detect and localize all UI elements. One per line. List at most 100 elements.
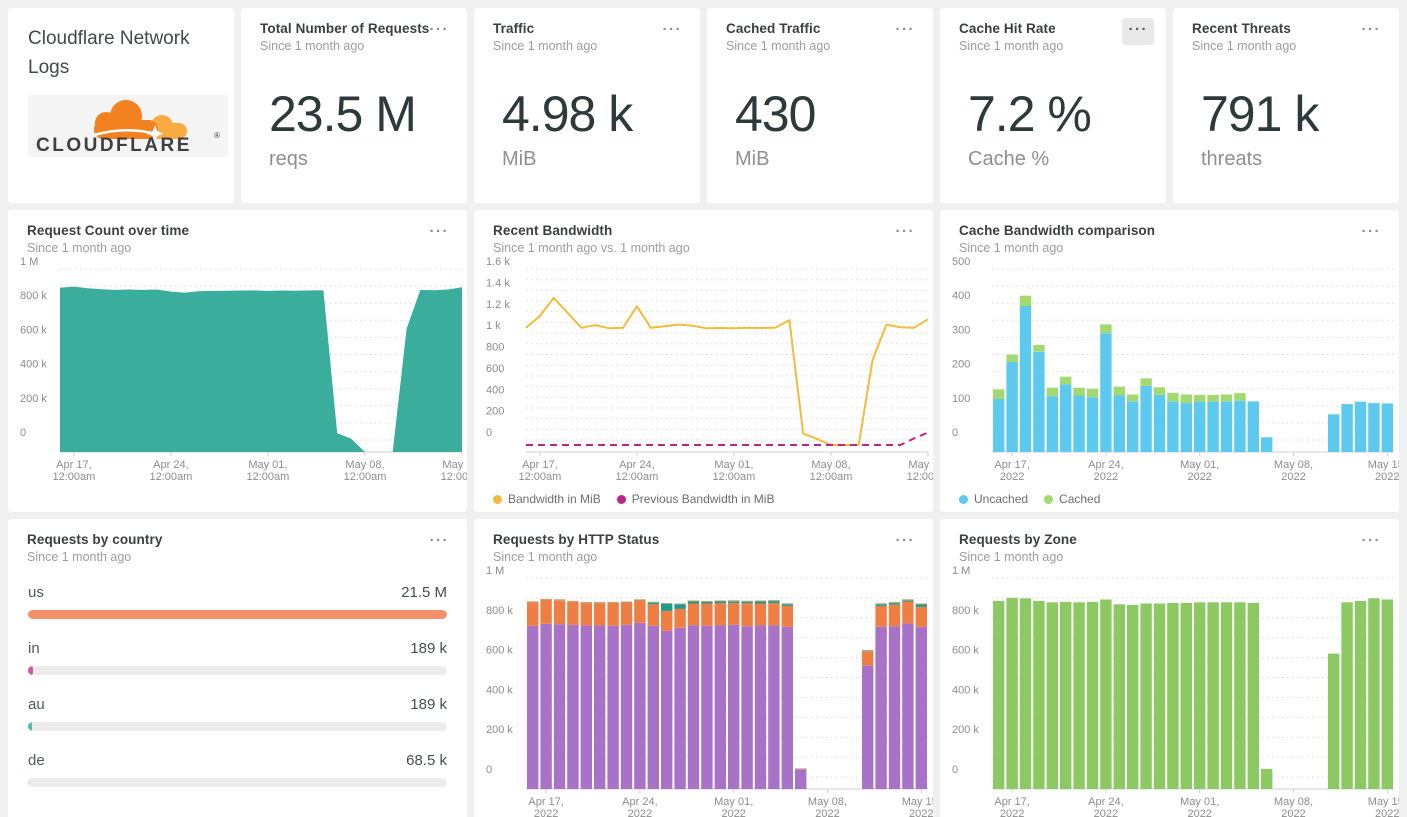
svg-text:0: 0 <box>952 764 958 776</box>
svg-text:1 M: 1 M <box>952 565 970 577</box>
panel-title: Recent Threats <box>1192 21 1291 36</box>
country-bar <box>28 722 33 731</box>
panel-requests-by-http-status: Requests by HTTP Status Since 1 month ag… <box>474 519 933 817</box>
legend-item-previous-bandwidth-in-mib[interactable]: Previous Bandwidth in MiB <box>616 492 775 506</box>
svg-text:12:00am: 12:00am <box>246 471 289 483</box>
cache-bandwidth-chart[interactable]: 0 100 200 300 400 500 Apr 17, 2022 Apr 24, 2022 Ma… <box>940 255 1399 486</box>
panel-cache-bandwidth: Cache Bandwidth comparison Since 1 month… <box>940 210 1399 512</box>
svg-text:2022: 2022 <box>909 808 933 817</box>
svg-text:1.6 k: 1.6 k <box>486 256 510 268</box>
svg-text:May 01,: May 01, <box>248 459 287 471</box>
svg-text:800 k: 800 k <box>20 290 47 302</box>
panel-menu-button[interactable]: ··· <box>423 529 456 556</box>
panel-subtitle: Since 1 month ago <box>959 39 1064 53</box>
country-bar-track <box>28 666 447 675</box>
panel-title: Requests by Zone <box>959 532 1077 547</box>
svg-text:600 k: 600 k <box>20 324 47 336</box>
panel-menu-button[interactable]: ··· <box>889 529 922 556</box>
svg-text:12:00am: 12:00am <box>52 471 95 483</box>
stat-unit: threats <box>1201 148 1263 170</box>
ellipsis-icon: ··· <box>895 21 915 38</box>
panel-total-requests: Total Number of Requests Since 1 month a… <box>241 8 467 203</box>
request-count-chart[interactable]: 0 200 k 400 k 600 k 800 k1 M Apr 17, 12:00am Ap… <box>8 255 467 486</box>
panel-menu-button[interactable]: ··· <box>889 18 922 45</box>
svg-text:400 k: 400 k <box>486 684 513 696</box>
panel-title: Request Count over time <box>27 223 190 238</box>
country-row-au: au 189 k <box>28 696 447 731</box>
svg-text:800: 800 <box>486 342 504 354</box>
panel-requests-by-country: Requests by country Since 1 month ago ··… <box>8 519 467 817</box>
country-bar-track <box>28 722 447 731</box>
panel-menu-button[interactable]: ··· <box>656 18 689 45</box>
bandwidth-chart[interactable]: 0 200 400 600 800 1 k 1.2 k 1.4 k 1.6 k Apr 17, 12… <box>474 255 933 486</box>
cloudflare-logo-image: CLOUDFLARE ® <box>28 95 228 157</box>
panel-menu-button[interactable]: ··· <box>1355 529 1388 556</box>
svg-text:200: 200 <box>952 359 970 371</box>
panel-subtitle: Since 1 month ago <box>959 241 1064 255</box>
panel-menu-button[interactable]: ··· <box>889 220 922 247</box>
panel-traffic: Traffic Since 1 month ago ··· 4.98 k MiB <box>474 8 700 203</box>
country-bar <box>28 666 33 675</box>
svg-text:May 01,: May 01, <box>714 459 753 471</box>
svg-text:Apr 17,: Apr 17, <box>994 459 1029 471</box>
svg-text:2022: 2022 <box>1094 808 1118 817</box>
panel-subtitle: Since 1 month ago <box>493 39 598 53</box>
panel-subtitle: Since 1 month ago <box>27 241 132 255</box>
cloudflare-wordmark: CLOUDFLARE <box>36 135 192 156</box>
svg-text:2022: 2022 <box>1281 808 1305 817</box>
svg-text:600: 600 <box>486 363 504 375</box>
svg-text:12:00am: 12:00am <box>149 471 192 483</box>
svg-text:600 k: 600 k <box>486 645 513 657</box>
panel-menu-button[interactable]: ··· <box>1121 18 1154 45</box>
svg-text:12:00am: 12:00am <box>615 471 658 483</box>
country-label: in <box>28 640 40 657</box>
svg-text:2022: 2022 <box>721 808 745 817</box>
svg-text:May 01,: May 01, <box>714 796 753 808</box>
svg-text:2022: 2022 <box>815 808 839 817</box>
zone-chart[interactable]: 0 200 k 400 k 600 k 800 k1 M Apr 17, 2022 Apr 2… <box>940 564 1399 817</box>
panel-cache-hit-rate: Cache Hit Rate Since 1 month ago ··· 7.2… <box>940 8 1166 203</box>
svg-text:May 15,: May 15, <box>1368 796 1399 808</box>
http-status-chart[interactable]: 0 200 k 400 k 600 k 800 k1 M Apr 17, 2022 Apr 2… <box>474 564 933 817</box>
panel-title: Requests by country <box>27 532 163 547</box>
stat-unit: reqs <box>269 148 308 170</box>
svg-text:May 15,: May 15, <box>1368 459 1399 471</box>
svg-text:2022: 2022 <box>1000 471 1024 483</box>
legend-item-cached[interactable]: Cached <box>1044 492 1100 506</box>
panel-subtitle: Since 1 month ago <box>959 550 1064 564</box>
ellipsis-icon: ··· <box>429 21 449 38</box>
stat-value: 430 <box>735 86 816 142</box>
svg-text:May 15,: May 15, <box>908 459 933 471</box>
country-value: 189 k <box>410 696 447 713</box>
svg-text:200 k: 200 k <box>486 724 513 736</box>
svg-text:May 08,: May 08, <box>811 459 850 471</box>
svg-text:0: 0 <box>20 427 26 439</box>
panel-menu-button[interactable]: ··· <box>423 220 456 247</box>
country-label: us <box>28 584 44 601</box>
dashboard-title: Cloudflare Network Logs <box>28 28 190 78</box>
legend-item-bandwidth-in-mib[interactable]: Bandwidth in MiB <box>493 492 601 506</box>
panel-subtitle: Since 1 month ago vs. 1 month ago <box>493 241 690 255</box>
svg-text:100: 100 <box>952 393 970 405</box>
legend-label: Previous Bandwidth in MiB <box>631 492 775 506</box>
legend-dot <box>1044 494 1054 504</box>
country-bar <box>28 610 447 619</box>
panel-title: Cached Traffic <box>726 21 821 36</box>
panel-menu-button[interactable]: ··· <box>1355 18 1388 45</box>
svg-text:2022: 2022 <box>1094 471 1118 483</box>
country-bar-track <box>28 778 447 787</box>
panel-menu-button[interactable]: ··· <box>1355 220 1388 247</box>
ellipsis-icon: ··· <box>1361 21 1381 38</box>
ellipsis-icon: ··· <box>895 223 915 240</box>
svg-text:2022: 2022 <box>1281 471 1305 483</box>
svg-text:12:00am: 12:00am <box>712 471 755 483</box>
svg-text:200 k: 200 k <box>952 724 979 736</box>
panel-subtitle: Since 1 month ago <box>1192 39 1297 53</box>
legend-item-uncached[interactable]: Uncached <box>959 492 1028 506</box>
country-bar <box>28 778 30 787</box>
svg-text:Apr 24,: Apr 24, <box>1088 796 1123 808</box>
panel-title: Cache Bandwidth comparison <box>959 223 1156 238</box>
stat-unit: MiB <box>735 148 770 170</box>
panel-subtitle: Since 1 month ago <box>726 39 831 53</box>
panel-menu-button[interactable]: ··· <box>423 18 456 45</box>
